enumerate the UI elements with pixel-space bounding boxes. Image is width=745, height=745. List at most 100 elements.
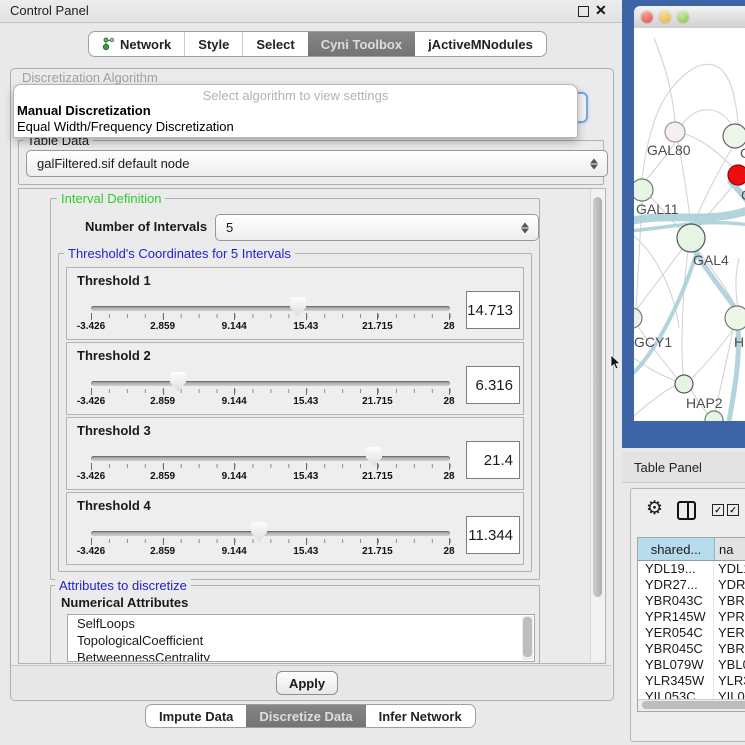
screen: { "window": { "title": "Control Panel" }… (0, 0, 745, 745)
tab-jactivemnodules[interactable]: jActiveMNodules (415, 32, 546, 56)
table-data-combobox[interactable]: galFiltered.sif default node (26, 150, 608, 177)
list-scrollbar[interactable] (522, 616, 533, 660)
float-window-icon[interactable] (578, 6, 589, 17)
tick-label: 21.715 (362, 471, 393, 482)
close-icon[interactable]: ✕ (595, 2, 607, 19)
horizontal-scrollbar-thumb[interactable] (642, 701, 745, 709)
node-gal4[interactable] (677, 224, 705, 252)
threshold-4-slider-track[interactable] (91, 531, 450, 536)
tick-label: 2.859 (150, 471, 175, 482)
tick-marks (91, 389, 451, 393)
threshold-3-label: Threshold 3 (77, 423, 151, 438)
tab-impute-data[interactable]: Impute Data (146, 705, 246, 727)
combo-arrows-icon (521, 222, 529, 233)
node-label: GAL4 (693, 252, 729, 268)
list-item[interactable]: SelfLoops (68, 615, 534, 632)
node-gcy1[interactable] (634, 308, 642, 328)
algorithm-placeholder-option[interactable]: Select algorithm to view settings (14, 88, 577, 103)
node-partial-bottom[interactable] (705, 411, 723, 421)
tick-label: 9.144 (222, 546, 247, 557)
vertical-scrollbar[interactable] (590, 189, 605, 661)
table-panel-title: Table Panel (634, 460, 702, 475)
list-item[interactable]: BetweennessCentrality (68, 649, 534, 662)
numerical-attributes-list[interactable]: SelfLoops TopologicalCoefficient Between… (67, 614, 535, 662)
tick-label: 15.43 (293, 396, 318, 407)
apply-button[interactable]: Apply (276, 671, 338, 695)
column-header-name[interactable]: na (715, 538, 745, 560)
table-row[interactable]: YDL19...YDL1 (638, 561, 745, 577)
node-label: GAL11 (636, 201, 679, 217)
node-label: H (734, 334, 744, 350)
control-panel-title: Control Panel (10, 3, 89, 18)
table-row[interactable]: YER054CYER0 (638, 625, 745, 641)
table-panel: ⚙ ✓ ✓ shared... na YDL19...YDL1 YDR27...… (630, 488, 745, 742)
tab-style[interactable]: Style (184, 32, 242, 56)
threshold-1-value-field[interactable]: 14.713 (466, 291, 520, 329)
settings-gear-icon[interactable]: ⚙ (646, 499, 663, 518)
node-attribute-table: shared... na YDL19...YDL1 YDR27...YDR2 Y… (637, 537, 745, 712)
node-red-selected[interactable] (728, 165, 745, 185)
threshold-1-label: Threshold 1 (77, 273, 151, 288)
threshold-1-slider-track[interactable] (91, 306, 450, 311)
network-window-titlebar (634, 6, 745, 29)
minimize-traffic-light-icon[interactable] (659, 11, 671, 23)
table-row[interactable]: YBR043CYBR0 (638, 593, 745, 609)
table-row[interactable]: YBL079WYBL0 (638, 657, 745, 673)
table-row[interactable]: YLR345WYLR3 (638, 673, 745, 689)
tab-network[interactable]: Network (89, 32, 184, 56)
tab-select[interactable]: Select (242, 32, 307, 56)
list-item[interactable]: TopologicalCoefficient (68, 632, 534, 649)
network-canvas[interactable]: GAL80 G GAL11 GAL4 C GCY1 H HAP2 (634, 28, 745, 421)
table-row[interactable]: YPR145WYPR1 (638, 609, 745, 625)
table-row[interactable]: YBR045CYBR0 (638, 641, 745, 657)
tick-label: 9.144 (222, 321, 247, 332)
threshold-4-panel: Threshold 4 -3.426 2.859 9.144 15.43 21.… (66, 492, 524, 565)
threshold-2-panel: Threshold 2 -3.426 2.859 9.144 15.43 21.… (66, 342, 524, 415)
tab-cyni-toolbox[interactable]: Cyni Toolbox (308, 32, 415, 56)
close-traffic-light-icon[interactable] (641, 11, 653, 23)
node-label: GCY1 (634, 334, 672, 350)
threshold-2-slider-track[interactable] (91, 381, 450, 386)
mouse-cursor (610, 354, 622, 370)
tick-marks (91, 464, 451, 468)
option-manual-discretization[interactable]: Manual Discretization (17, 103, 151, 118)
network-window-frame: GAL80 G GAL11 GAL4 C GCY1 H HAP2 (622, 0, 745, 448)
select-columns-checkbox-icon[interactable]: ✓ (712, 504, 724, 516)
tick-label: 2.859 (150, 396, 175, 407)
threshold-2-value-field[interactable]: 6.316 (466, 366, 520, 404)
column-header-shared[interactable]: shared... (638, 538, 715, 560)
zoom-traffic-light-icon[interactable] (677, 11, 689, 23)
tick-label: -3.426 (77, 321, 105, 332)
node-gal80[interactable] (665, 122, 685, 142)
number-of-intervals-combobox[interactable]: 5 (215, 214, 539, 241)
threshold-3-value-field[interactable]: 21.4 (466, 441, 520, 479)
tab-infer-network[interactable]: Infer Network (366, 705, 475, 727)
tick-marks (91, 539, 451, 543)
table-row[interactable]: YDR27...YDR2 (638, 577, 745, 593)
node-label: GAL80 (647, 142, 691, 158)
column-layout-icon[interactable] (677, 501, 696, 520)
thresholds-group-label: Threshold's Coordinates for 5 Intervals (64, 246, 295, 261)
tick-label: 28 (443, 321, 454, 332)
tick-label: 21.715 (362, 546, 393, 557)
tick-label: 9.144 (222, 471, 247, 482)
table-data-group: Table Data galFiltered.sif default node (18, 140, 604, 185)
network-icon (102, 37, 115, 51)
select-columns-checkbox-icon[interactable]: ✓ (727, 504, 739, 516)
tick-label: 28 (443, 471, 454, 482)
node-h-partial[interactable] (725, 306, 745, 330)
option-equal-width-frequency[interactable]: Equal Width/Frequency Discretization (17, 119, 234, 134)
node-hap2[interactable] (675, 375, 693, 393)
tick-label: -3.426 (77, 396, 105, 407)
horizontal-scrollbar[interactable] (638, 699, 745, 711)
tick-label: 15.43 (293, 321, 318, 332)
list-scrollbar-thumb[interactable] (523, 617, 532, 657)
vertical-scrollbar-thumb[interactable] (593, 197, 602, 597)
tick-label: 28 (443, 546, 454, 557)
threshold-3-slider-track[interactable] (91, 456, 450, 461)
node-gal11[interactable] (634, 179, 653, 201)
tab-discretize-data[interactable]: Discretize Data (246, 705, 365, 727)
threshold-4-value-field[interactable]: 11.344 (466, 516, 520, 554)
number-of-intervals-value: 5 (226, 220, 233, 235)
network-graph: GAL80 G GAL11 GAL4 C GCY1 H HAP2 (634, 28, 745, 421)
